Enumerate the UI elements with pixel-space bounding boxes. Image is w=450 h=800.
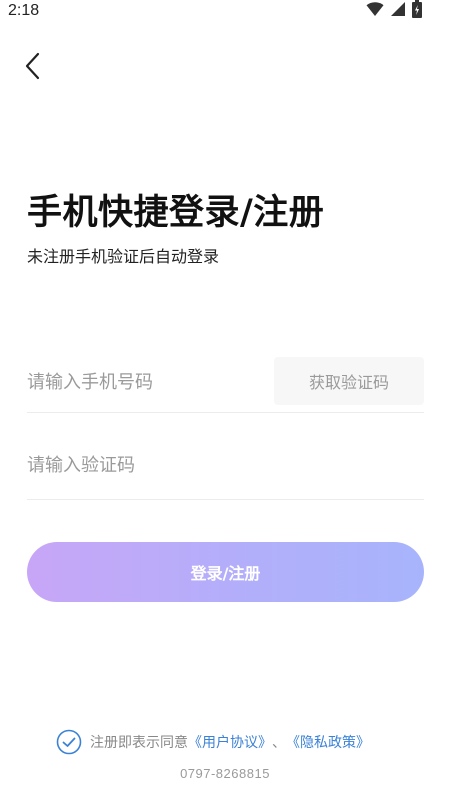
signal-icon <box>390 1 406 21</box>
battery-icon <box>412 0 422 22</box>
status-time: 2:18 <box>8 2 40 19</box>
wifi-icon <box>366 1 384 21</box>
check-circle-icon <box>56 729 82 755</box>
verification-code-input[interactable] <box>27 450 327 480</box>
user-agreement-link[interactable]: 《用户协议》 <box>188 732 272 752</box>
agreement-row: 注册即表示同意 《用户协议》 、 《隐私政策》 <box>56 728 370 756</box>
chevron-left-icon <box>18 52 50 86</box>
get-code-button[interactable]: 获取验证码 <box>274 357 424 405</box>
code-row <box>27 440 424 500</box>
status-icons <box>366 0 422 22</box>
page-title: 手机快捷登录/注册 <box>27 193 325 233</box>
login-register-button[interactable]: 登录/注册 <box>27 542 424 602</box>
contact-phone: 0797-8268815 <box>180 766 270 781</box>
back-button[interactable] <box>18 50 50 82</box>
privacy-policy-link[interactable]: 《隐私政策》 <box>286 732 370 752</box>
phone-input[interactable] <box>27 367 257 397</box>
agree-checkbox[interactable] <box>56 729 82 755</box>
page-subtitle: 未注册手机验证后自动登录 <box>27 247 220 266</box>
phone-row: 获取验证码 <box>27 357 424 413</box>
agreement-separator: 、 <box>272 735 286 751</box>
status-bar: 2:18 <box>0 0 450 24</box>
agreement-text: 注册即表示同意 <box>90 735 188 751</box>
